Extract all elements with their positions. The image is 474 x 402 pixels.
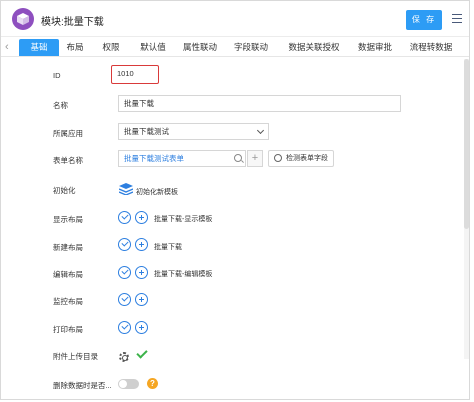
check-icon[interactable] [118, 266, 131, 279]
plus-icon[interactable] [135, 238, 148, 251]
tab-process-to-data[interactable]: 流程转数据 [399, 39, 463, 56]
check-icon [136, 347, 148, 359]
tab-data-approval[interactable]: 数据审批 [351, 39, 399, 56]
table-label: 表单名称 [53, 156, 83, 165]
chevron-down-icon [256, 126, 265, 135]
plus-icon[interactable] [135, 321, 148, 334]
name-label: 名称 [53, 101, 68, 110]
tab-field-linkage[interactable]: 字段联动 [225, 39, 277, 56]
layers-icon[interactable] [119, 183, 133, 195]
scrollbar[interactable] [464, 59, 469, 359]
new-layout-value[interactable]: 批量下载 [154, 242, 182, 252]
check-icon[interactable] [118, 293, 131, 306]
header-bar: 模块:批量下载 保 存 [1, 1, 469, 37]
table-input-value: 批量下载测试表单 [124, 154, 184, 163]
detect-fields-button[interactable]: 检测表单字段 [268, 150, 334, 167]
tab-property-linkage[interactable]: 属性联动 [175, 39, 225, 56]
plus-icon[interactable] [135, 266, 148, 279]
tab-default-value[interactable]: 默认值 [131, 39, 175, 56]
module-editor-window: 模块:批量下载 保 存 ‹ 基础 布局 权限 默认值 属性联动 字段联动 数据关… [0, 0, 470, 400]
page-title: 模块:批量下载 [41, 17, 104, 28]
cube-icon [12, 8, 34, 30]
plus-icon[interactable] [135, 211, 148, 224]
check-icon[interactable] [118, 211, 131, 224]
display-layout-label: 显示布局 [53, 215, 83, 224]
edit-layout-value[interactable]: 批量下载-编辑模板 [154, 269, 212, 279]
tab-data-authorization[interactable]: 数据关联授权 [277, 39, 351, 56]
scroll-thumb[interactable] [464, 59, 469, 229]
app-select-value: 批量下载测试 [124, 127, 169, 136]
id-label: ID [53, 71, 61, 80]
init-label: 初始化 [53, 186, 76, 195]
save-button[interactable]: 保 存 [406, 10, 442, 30]
new-layout-label: 新建布局 [53, 243, 83, 252]
attachment-dir-label: 附件上传目录 [53, 352, 98, 361]
id-field[interactable]: 1010 [111, 65, 159, 84]
gear-icon [274, 154, 282, 162]
tab-basic[interactable]: 基础 [19, 39, 59, 56]
check-icon[interactable] [118, 238, 131, 251]
init-template-link[interactable]: 初始化新模板 [136, 187, 178, 197]
menu-icon[interactable] [452, 14, 462, 24]
plus-icon[interactable] [135, 293, 148, 306]
tab-permission[interactable]: 权限 [91, 39, 131, 56]
table-input[interactable]: 批量下载测试表单 [118, 150, 246, 167]
name-input[interactable]: 批量下载 [118, 95, 401, 112]
edit-layout-label: 编辑布局 [53, 270, 83, 279]
search-icon[interactable] [234, 154, 242, 162]
delete-data-toggle[interactable] [118, 379, 139, 389]
app-label: 所属应用 [53, 129, 83, 138]
delete-data-label: 删除数据时是否... [53, 381, 112, 390]
app-select[interactable]: 批量下载测试 [118, 123, 269, 140]
gear-icon[interactable] [119, 352, 129, 362]
chevron-left-icon[interactable]: ‹ [5, 41, 9, 53]
help-icon[interactable]: ? [147, 378, 158, 389]
print-layout-label: 打印布局 [53, 325, 83, 334]
monitor-layout-label: 监控布局 [53, 297, 83, 306]
tab-bar: ‹ 基础 布局 权限 默认值 属性联动 字段联动 数据关联授权 数据审批 流程转… [1, 39, 469, 57]
detect-fields-label: 检测表单字段 [286, 155, 328, 162]
add-table-button[interactable]: + [247, 150, 263, 167]
display-layout-value[interactable]: 批量下载-显示模板 [154, 214, 212, 224]
check-icon[interactable] [118, 321, 131, 334]
toggle-knob [119, 380, 127, 388]
tab-layout[interactable]: 布局 [59, 39, 91, 56]
